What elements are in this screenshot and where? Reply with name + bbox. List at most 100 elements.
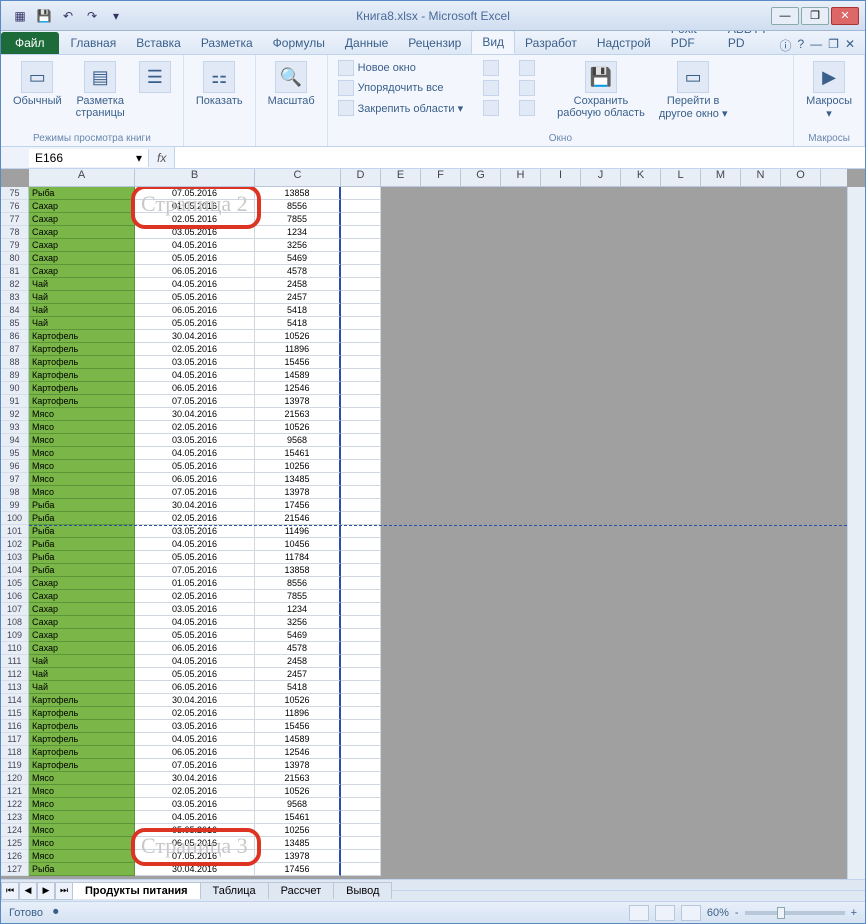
cell[interactable]: [341, 824, 381, 837]
qat-dropdown-icon[interactable]: ▾: [105, 5, 127, 27]
row-header[interactable]: 112: [1, 668, 29, 681]
cell[interactable]: Картофель: [29, 343, 135, 356]
row-header[interactable]: 84: [1, 304, 29, 317]
row-header[interactable]: 92: [1, 408, 29, 421]
cell[interactable]: 02.05.2016: [135, 590, 255, 603]
cell[interactable]: 11896: [255, 343, 341, 356]
row-header[interactable]: 117: [1, 733, 29, 746]
cell[interactable]: [341, 785, 381, 798]
cell[interactable]: [341, 291, 381, 304]
row-header[interactable]: 99: [1, 499, 29, 512]
cell[interactable]: 1234: [255, 226, 341, 239]
cell[interactable]: 11496: [255, 525, 341, 538]
sheet-tab[interactable]: Продукты питания: [72, 882, 201, 899]
cell[interactable]: Картофель: [29, 694, 135, 707]
cell[interactable]: [341, 811, 381, 824]
col-header-B[interactable]: B: [135, 169, 255, 186]
cell[interactable]: [341, 564, 381, 577]
cell[interactable]: Картофель: [29, 356, 135, 369]
cell[interactable]: 04.05.2016: [135, 616, 255, 629]
col-header-L[interactable]: L: [661, 169, 701, 186]
cell[interactable]: 21546: [255, 512, 341, 525]
cell[interactable]: 06.05.2016: [135, 837, 255, 850]
cell[interactable]: [341, 252, 381, 265]
cell[interactable]: 04.05.2016: [135, 811, 255, 824]
col-header-O[interactable]: O: [781, 169, 821, 186]
cell[interactable]: 30.04.2016: [135, 499, 255, 512]
cell[interactable]: 07.05.2016: [135, 395, 255, 408]
cell[interactable]: [341, 798, 381, 811]
row-header[interactable]: 106: [1, 590, 29, 603]
col-header-C[interactable]: C: [255, 169, 341, 186]
col-header-F[interactable]: F: [421, 169, 461, 186]
row-header[interactable]: 121: [1, 785, 29, 798]
cell[interactable]: [341, 304, 381, 317]
cell[interactable]: Мясо: [29, 447, 135, 460]
cell[interactable]: Мясо: [29, 473, 135, 486]
cell[interactable]: [341, 772, 381, 785]
cell[interactable]: 02.05.2016: [135, 343, 255, 356]
row-header[interactable]: 124: [1, 824, 29, 837]
row-header[interactable]: 111: [1, 655, 29, 668]
fx-icon[interactable]: fx: [149, 151, 174, 165]
sheet-tab[interactable]: Таблица: [200, 882, 269, 899]
save-workspace-button[interactable]: 💾Сохранить рабочую область: [553, 59, 649, 121]
cell[interactable]: [341, 655, 381, 668]
row-header[interactable]: 120: [1, 772, 29, 785]
cell[interactable]: 01.05.2016: [135, 200, 255, 213]
cell[interactable]: 04.05.2016: [135, 369, 255, 382]
cell[interactable]: 17456: [255, 499, 341, 512]
row-header[interactable]: 98: [1, 486, 29, 499]
cell[interactable]: Картофель: [29, 395, 135, 408]
cell[interactable]: 05.05.2016: [135, 460, 255, 473]
cell[interactable]: 15461: [255, 447, 341, 460]
cell[interactable]: 06.05.2016: [135, 304, 255, 317]
cell[interactable]: 30.04.2016: [135, 772, 255, 785]
cell[interactable]: 13978: [255, 395, 341, 408]
macros-button[interactable]: ▶Макросы ▾: [802, 59, 856, 122]
cell[interactable]: 15456: [255, 720, 341, 733]
vertical-scrollbar[interactable]: [847, 187, 865, 879]
row-header[interactable]: 115: [1, 707, 29, 720]
row-header[interactable]: 123: [1, 811, 29, 824]
cell[interactable]: 30.04.2016: [135, 863, 255, 876]
cell[interactable]: [341, 447, 381, 460]
ribbon-tab-рецензир[interactable]: Рецензир: [398, 32, 471, 54]
cell[interactable]: [341, 382, 381, 395]
cell[interactable]: Мясо: [29, 837, 135, 850]
cell[interactable]: [341, 460, 381, 473]
row-header[interactable]: 118: [1, 746, 29, 759]
row-header[interactable]: 82: [1, 278, 29, 291]
cell[interactable]: 01.05.2016: [135, 577, 255, 590]
help-icon-4[interactable]: ✕: [845, 37, 855, 54]
cell[interactable]: [341, 239, 381, 252]
col-header-K[interactable]: K: [621, 169, 661, 186]
row-header[interactable]: 76: [1, 200, 29, 213]
cell[interactable]: 03.05.2016: [135, 720, 255, 733]
cell[interactable]: [341, 187, 381, 200]
cell[interactable]: [341, 278, 381, 291]
cell[interactable]: 30.04.2016: [135, 408, 255, 421]
cell[interactable]: 30.04.2016: [135, 330, 255, 343]
cell[interactable]: Картофель: [29, 746, 135, 759]
help-icon-1[interactable]: ?: [797, 37, 804, 54]
cell[interactable]: [341, 746, 381, 759]
ribbon-tab-вставка[interactable]: Вставка: [126, 32, 191, 54]
name-box-dropdown-icon[interactable]: ▾: [136, 151, 142, 165]
cell[interactable]: 14589: [255, 369, 341, 382]
cell[interactable]: 03.05.2016: [135, 434, 255, 447]
macro-record-icon[interactable]: ⏺: [53, 906, 59, 919]
cell[interactable]: Сахар: [29, 226, 135, 239]
row-header[interactable]: 101: [1, 525, 29, 538]
cell[interactable]: 7855: [255, 590, 341, 603]
row-header[interactable]: 122: [1, 798, 29, 811]
cell[interactable]: 2458: [255, 655, 341, 668]
row-header[interactable]: 85: [1, 317, 29, 330]
cell[interactable]: [341, 681, 381, 694]
arrange-all-button[interactable]: Упорядочить все: [336, 79, 465, 97]
cell[interactable]: 05.05.2016: [135, 291, 255, 304]
cell[interactable]: Сахар: [29, 577, 135, 590]
cell[interactable]: [341, 226, 381, 239]
cell[interactable]: 2457: [255, 291, 341, 304]
cell[interactable]: [341, 213, 381, 226]
